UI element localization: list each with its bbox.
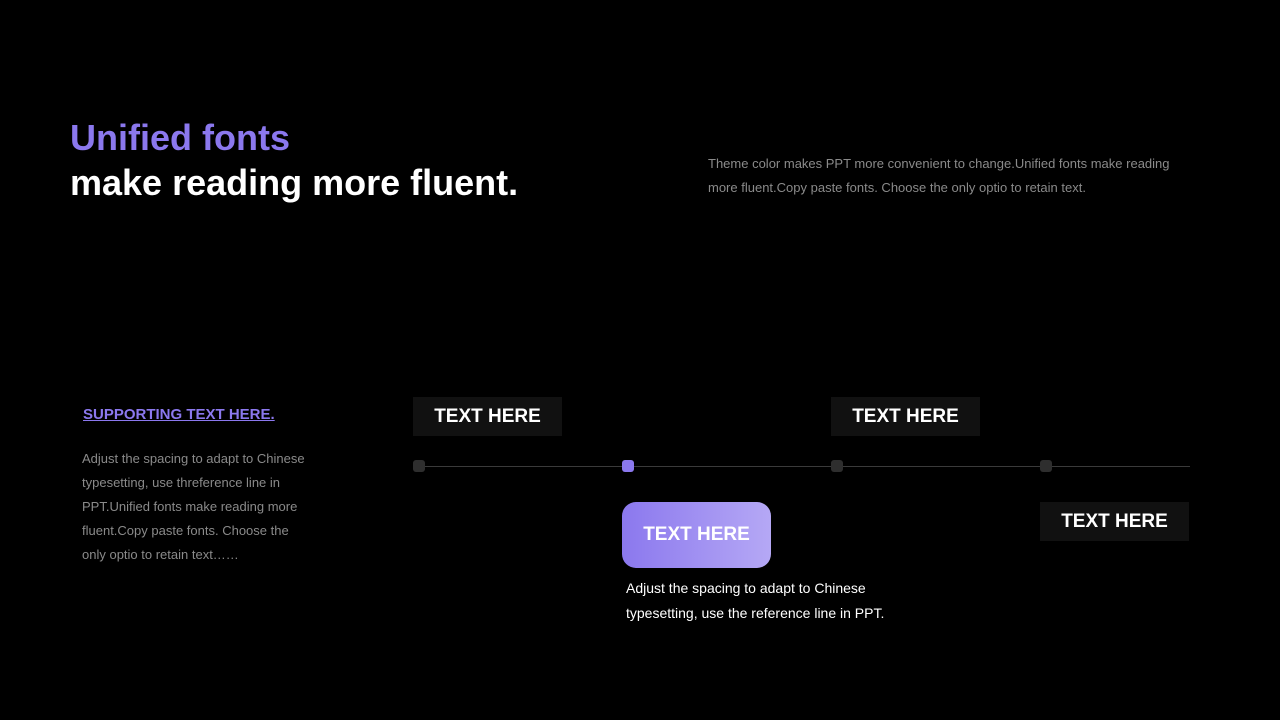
intro-paragraph: Theme color makes PPT more convenient to… <box>708 156 1170 195</box>
timeline-label-1: TEXT HERE <box>413 397 562 436</box>
timeline-dot-2[interactable] <box>622 460 634 472</box>
timeline-caption-2: Adjust the spacing to adapt to Chinese t… <box>626 580 885 621</box>
page-title: make reading more fluent. <box>70 162 519 203</box>
timeline-dot-4[interactable] <box>1040 460 1052 472</box>
supporting-paragraph: Adjust the spacing to adapt to Chinese t… <box>82 451 305 562</box>
supporting-heading-link[interactable]: SUPPORTING TEXT HERE. <box>83 405 275 425</box>
timeline-label-2-active: TEXT HERE <box>622 502 771 568</box>
timeline-label-3: TEXT HERE <box>831 397 980 436</box>
timeline-dot-3[interactable] <box>831 460 843 472</box>
title-accent: Unified fonts <box>70 117 290 158</box>
timeline-dot-1[interactable] <box>413 460 425 472</box>
timeline-label-4: TEXT HERE <box>1040 502 1189 541</box>
timeline-line <box>419 466 1190 467</box>
